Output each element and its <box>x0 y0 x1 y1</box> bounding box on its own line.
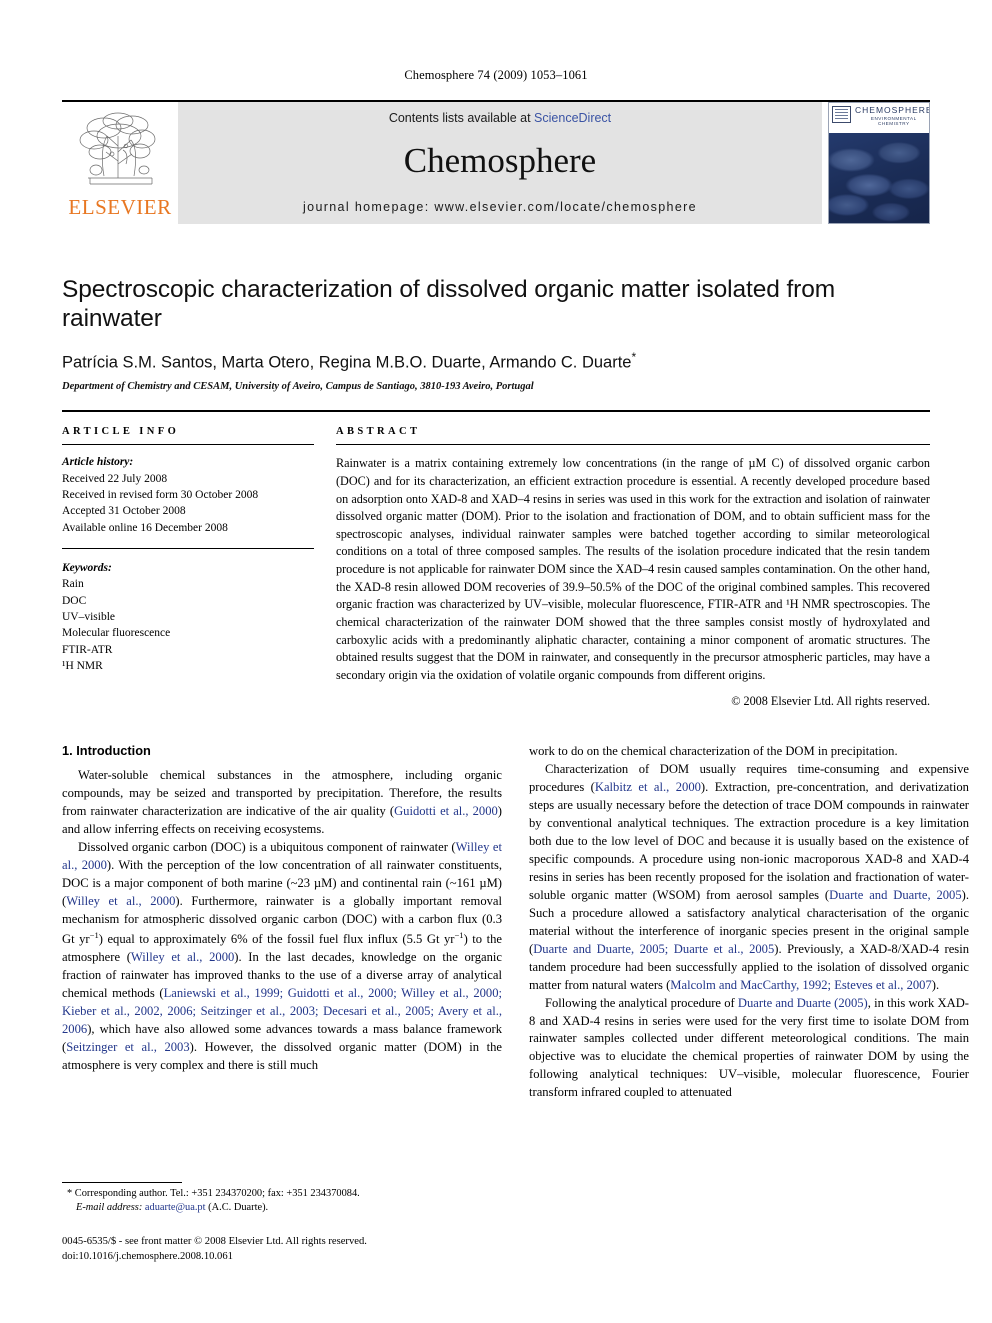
journal-cover-thumbnail[interactable]: CHEMOSPHERE ENVIRONMENTAL CHEMISTRY <box>828 102 930 224</box>
history-item: Available online 16 December 2008 <box>62 521 228 534</box>
citation-link[interactable]: Willey et al., 2000 <box>66 894 175 908</box>
introduction-left-paragraphs: Water-soluble chemical substances in the… <box>62 767 502 1074</box>
paragraph-text: ). <box>931 977 940 992</box>
article-info-column: ARTICLE INFO Article history: Received 2… <box>62 426 314 709</box>
citation-link[interactable]: Seitzinger et al., 2003 <box>66 1040 189 1054</box>
body-paragraph: Following the analytical procedure of Du… <box>529 995 969 1103</box>
elsevier-logo: ELSEVIER <box>62 102 178 224</box>
superscript: −1 <box>89 929 99 940</box>
article-info-heading: ARTICLE INFO <box>62 426 180 438</box>
section-heading-introduction: 1. Introduction <box>62 743 151 759</box>
journal-banner: Contents lists available at ScienceDirec… <box>178 102 822 224</box>
keywords-group: Keywords: Rain DOC UV–visible Molecular … <box>62 547 314 674</box>
keyword-item: UV–visible <box>62 610 116 623</box>
sciencedirect-link[interactable]: ScienceDirect <box>534 111 611 125</box>
citation-link[interactable]: Guidotti et al., 2000 <box>394 804 498 818</box>
journal-title: Chemosphere <box>403 141 597 180</box>
citation-link[interactable]: Duarte and Duarte (2005) <box>738 996 868 1010</box>
abstract-text: Rainwater is a matrix containing extreme… <box>336 456 930 682</box>
elsevier-tree-icon <box>79 112 156 185</box>
introduction-right-paragraphs: work to do on the chemical characterizat… <box>529 743 969 1102</box>
keyword-item: Molecular fluorescence <box>62 627 171 640</box>
citation-link[interactable]: Duarte and Duarte, 2005 <box>829 888 962 902</box>
paragraph-text: work to do on the chemical characterizat… <box>529 744 898 759</box>
keywords-label: Keywords: <box>62 561 112 574</box>
citation-link[interactable]: Willey et al., 2000 <box>131 950 234 964</box>
article-history-label: Article history: <box>62 456 134 469</box>
cover-title: CHEMOSPHERE <box>855 105 930 115</box>
body-column-right: work to do on the chemical characterizat… <box>529 743 969 1102</box>
body-paragraph: Characterization of DOM usually requires… <box>529 761 969 994</box>
keyword-item: DOC <box>62 594 87 607</box>
email-suffix: (A.C. Duarte). <box>205 1202 269 1214</box>
cover-header-band: CHEMOSPHERE ENVIRONMENTAL CHEMISTRY <box>829 103 929 133</box>
abstract-rule <box>336 444 930 446</box>
cover-subtitle: ENVIRONMENTAL CHEMISTRY <box>870 116 917 127</box>
abstract-copyright: © 2008 Elsevier Ltd. All rights reserved… <box>731 694 930 709</box>
corresponding-author-marker: * <box>631 349 637 364</box>
article-title: Spectroscopic characterization of dissol… <box>62 276 836 332</box>
citation-link[interactable]: Malcolm and MacCarthy, 1992; Esteves et … <box>670 978 932 992</box>
contents-prefix: Contents lists available at <box>388 111 535 125</box>
running-head: Chemosphere 74 (2009) 1053–1061 <box>404 68 588 82</box>
email-link[interactable]: aduarte@ua.pt <box>145 1202 206 1213</box>
citation-link[interactable]: Kalbitz et al., 2000 <box>595 780 701 794</box>
footnote-area: * Corresponding author. Tel.: +351 23437… <box>62 1182 502 1216</box>
affiliation: Department of Chemistry and CESAM, Unive… <box>62 381 534 393</box>
cover-publisher-mark-icon <box>832 106 851 123</box>
body-paragraph: work to do on the chemical characterizat… <box>529 743 969 761</box>
imprint-line: 0045-6535/$ - see front matter © 2008 El… <box>62 1234 582 1265</box>
cover-titles: CHEMOSPHERE ENVIRONMENTAL CHEMISTRY <box>855 105 930 127</box>
journal-homepage-link[interactable]: journal homepage: www.elsevier.com/locat… <box>303 200 697 214</box>
body-paragraph: Water-soluble chemical substances in the… <box>62 767 502 839</box>
body-region: 1. Introduction Water-soluble chemical s… <box>62 743 969 1102</box>
paragraph-text: , in this work XAD-8 and XAD-4 resins in… <box>529 995 969 1100</box>
footnote-divider <box>62 1182 182 1183</box>
email-label: E-mail address: <box>76 1202 143 1214</box>
corresponding-author-text: * Corresponding author. Tel.: +351 23437… <box>67 1188 360 1199</box>
article-history-group: Article history: Received 22 July 2008 R… <box>62 454 314 536</box>
author-names: Patrícia S.M. Santos, Marta Otero, Regin… <box>62 353 632 372</box>
article-info-rule <box>62 444 314 446</box>
corresponding-author-footnote: * Corresponding author. Tel.: +351 23437… <box>62 1187 502 1216</box>
author-list: Patrícia S.M. Santos, Marta Otero, Regin… <box>62 350 930 373</box>
keyword-item: Rain <box>62 578 84 591</box>
superscript: −1 <box>454 929 464 940</box>
abstract-column: ABSTRACT Rainwater is a matrix containin… <box>336 426 930 709</box>
keyword-item: ¹H NMR <box>62 659 103 672</box>
history-item: Received in revised form 30 October 2008 <box>62 488 259 501</box>
info-abstract-region: ARTICLE INFO Article history: Received 2… <box>62 410 930 709</box>
doi-line: doi:10.1016/j.chemosphere.2008.10.061 <box>62 1251 233 1263</box>
paragraph-text: ). Extraction, pre-concentration, and de… <box>529 780 969 902</box>
paragraph-text: Following the analytical procedure of <box>545 995 738 1010</box>
paragraph-text: Dissolved organic carbon (DOC) is a ubiq… <box>78 840 456 855</box>
keyword-item: FTIR-ATR <box>62 643 113 656</box>
body-column-left: 1. Introduction Water-soluble chemical s… <box>62 743 502 1102</box>
elsevier-wordmark: ELSEVIER <box>68 195 172 219</box>
history-item: Accepted 31 October 2008 <box>62 505 186 518</box>
history-item: Received 22 July 2008 <box>62 472 168 485</box>
title-block: Spectroscopic characterization of dissol… <box>62 276 930 392</box>
body-paragraph: Dissolved organic carbon (DOC) is a ubiq… <box>62 839 502 1074</box>
contents-available-line: Contents lists available at ScienceDirec… <box>389 111 611 125</box>
journal-masthead: ELSEVIER Contents lists available at Sci… <box>62 100 930 224</box>
cover-leaf-photo <box>829 133 929 223</box>
issn-front-matter: 0045-6535/$ - see front matter © 2008 El… <box>62 1236 367 1247</box>
citation-link[interactable]: Duarte and Duarte, 2005; Duarte et al., … <box>533 942 774 956</box>
abstract-heading: ABSTRACT <box>336 426 421 438</box>
journal-article-page: Chemosphere 74 (2009) 1053–1061 ELSEVIER… <box>0 0 992 1323</box>
paragraph-text: ) equal to approximately 6% of the fossi… <box>98 932 455 947</box>
